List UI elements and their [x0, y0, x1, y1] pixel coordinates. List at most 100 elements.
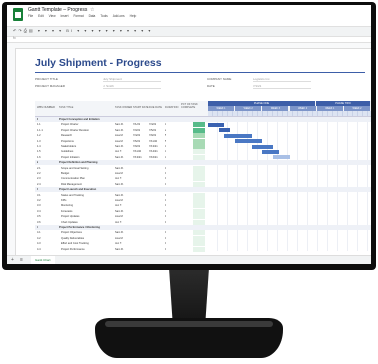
pct-complete-cell[interactable] — [193, 171, 205, 176]
table-row[interactable]: 4.2 Quality Deliverables Lisa M. 0 — [35, 235, 371, 241]
cell-dur[interactable]: 0 — [165, 204, 166, 207]
cell-start[interactable]: 7/1/21 — [133, 123, 140, 126]
table-row[interactable]: 1.1 Project Charter Sam R. 7/1/21 7/4/21 3 — [35, 122, 371, 128]
cell-title[interactable]: Project Conception and Initiation — [59, 118, 113, 121]
pct-complete-cell[interactable] — [193, 219, 205, 225]
cell-owner[interactable]: Lisa M. — [115, 199, 123, 202]
star-icon[interactable]: ☆ — [90, 7, 94, 13]
column-header-3[interactable]: START DATE — [133, 106, 149, 109]
cell-owner[interactable]: Sam R. — [115, 210, 124, 213]
table-row[interactable]: 1.5 Guidelines Jen T. 7/11/21 7/14/21 3 — [35, 149, 371, 155]
table-row[interactable]: 1.6 Project Initiation Sam R. 7/13/21 7/16/2… — [35, 154, 371, 160]
cell-dur[interactable]: 0 — [165, 242, 166, 245]
formula-bar[interactable]: fx — [7, 36, 371, 43]
cell-title[interactable]: Guidelines — [61, 150, 115, 153]
tab-gantt-chart[interactable]: Gantt Chart — [31, 256, 55, 264]
phase-row[interactable]: 3 Project Launch and Execution — [35, 187, 371, 193]
cell-wbs[interactable]: 2.3 — [37, 177, 41, 180]
cell-title[interactable]: Communication Plan — [61, 177, 115, 180]
cell-wbs[interactable]: 1.2 — [37, 134, 41, 137]
cell-owner[interactable]: Lisa M. — [115, 237, 123, 240]
cell-start[interactable]: 7/11/21 — [133, 150, 141, 153]
cell-dur[interactable]: 3 — [165, 156, 166, 159]
cell-owner[interactable]: Sam R. — [115, 123, 124, 126]
cell-owner[interactable]: Sam R. — [115, 145, 124, 148]
cell-title[interactable]: Projections — [61, 140, 115, 143]
cell-start[interactable]: 7/4/21 — [133, 134, 140, 137]
sheets-logo-icon[interactable] — [13, 8, 23, 21]
cell-wbs[interactable]: 2 — [37, 161, 38, 164]
cell-due[interactable]: 7/9/21 — [149, 134, 156, 137]
cell-due[interactable]: 7/14/21 — [149, 150, 158, 153]
cell-title[interactable]: Chart Updates — [61, 221, 115, 224]
table-row[interactable]: 1.4 Stakeholders Sam R. 7/9/21 7/13/21 4 — [35, 144, 371, 149]
add-sheet-icon[interactable]: + — [11, 257, 14, 263]
cell-dur[interactable]: 0 — [165, 210, 166, 213]
cell-dur[interactable]: 4 — [165, 145, 166, 148]
pct-complete-cell[interactable] — [193, 149, 205, 155]
cell-dur[interactable]: 5 — [165, 134, 166, 137]
cell-owner[interactable]: Lisa M. — [115, 172, 123, 175]
cell-title[interactable]: Stakeholders — [61, 145, 115, 148]
cell-start[interactable]: 7/6/21 — [133, 140, 140, 143]
pct-complete-cell[interactable] — [193, 133, 205, 139]
gantt-bar[interactable] — [262, 149, 279, 154]
cell-dur[interactable]: 2 — [165, 129, 166, 132]
table-row[interactable]: 4.1 Project Objectives Sam R. 0 — [35, 230, 371, 236]
menu-item-format[interactable]: Format — [73, 14, 83, 18]
cell-owner[interactable]: Sam R. — [115, 129, 124, 132]
date-value[interactable]: 7/1/21 — [253, 84, 311, 89]
column-header-2[interactable]: TASK OWNER — [115, 106, 132, 109]
table-row[interactable]: 3.2 KPIs Lisa M. 0 — [35, 198, 371, 203]
cell-dur[interactable]: 0 — [165, 167, 166, 170]
pct-complete-cell[interactable] — [193, 192, 205, 198]
column-header-0[interactable]: WBS NUMBER — [37, 106, 55, 109]
cell-title[interactable]: Project Updates — [61, 215, 115, 218]
cell-owner[interactable]: Jen T. — [115, 150, 122, 153]
pct-complete-cell[interactable] — [193, 127, 205, 133]
cell-due[interactable]: 7/4/21 — [149, 123, 156, 126]
pct-complete-cell[interactable] — [193, 198, 205, 203]
company-value[interactable]: Logistics Inc. — [253, 77, 311, 82]
cell-wbs[interactable]: 1.1.1 — [37, 129, 43, 132]
cell-due[interactable]: 7/16/21 — [149, 156, 158, 159]
menu-item-addons[interactable]: Add-ons — [113, 14, 125, 18]
table-row[interactable]: 1.3 Projections Lisa M. 7/6/21 7/11/21 5 — [35, 138, 371, 144]
cell-wbs[interactable]: 4.1 — [37, 231, 41, 234]
cell-wbs[interactable]: 3.6 — [37, 221, 41, 224]
cell-dur[interactable]: 0 — [165, 177, 166, 180]
sheet-list-icon[interactable]: ≡ — [20, 257, 23, 263]
cell-wbs[interactable]: 3.3 — [37, 204, 41, 207]
table-row[interactable]: 2.1 Scope and Goal Setting Sam R. 0 — [35, 165, 371, 171]
cell-wbs[interactable]: 1.4 — [37, 145, 41, 148]
cell-wbs[interactable]: 3.5 — [37, 215, 41, 218]
cell-due[interactable]: 7/13/21 — [149, 145, 158, 148]
phase-row[interactable]: 1 Project Conception and Initiation — [35, 117, 371, 122]
cell-title[interactable]: Forecasts — [61, 210, 115, 213]
table-row[interactable]: 4.3 Effort and Cost Tracking Jen T. 0 — [35, 241, 371, 247]
row-headers[interactable] — [7, 48, 16, 256]
cell-start[interactable]: 7/3/21 — [133, 129, 140, 132]
menu-item-view[interactable]: View — [49, 14, 56, 18]
cell-title[interactable]: KPIs — [61, 199, 115, 202]
menu-item-data[interactable]: Data — [89, 14, 96, 18]
table-row[interactable]: 2.2 Budget Lisa M. 0 — [35, 171, 371, 176]
cell-wbs[interactable]: 4 — [37, 226, 38, 229]
cell-wbs[interactable]: 3 — [37, 188, 38, 191]
table-row[interactable]: 3.6 Chart Updates Jen T. 0 — [35, 219, 371, 225]
cell-title[interactable]: Status and Tracking — [61, 194, 115, 197]
cell-wbs[interactable]: 2.4 — [37, 183, 41, 186]
cell-dur[interactable]: 5 — [165, 140, 166, 143]
menu-item-help[interactable]: Help — [130, 14, 137, 18]
menu-item-edit[interactable]: Edit — [38, 14, 44, 18]
table-row[interactable]: 2.4 Risk Management Sam R. 0 — [35, 181, 371, 187]
pct-complete-cell[interactable] — [193, 165, 205, 171]
cell-owner[interactable]: Sam R. — [115, 248, 124, 251]
column-header-5[interactable]: DURATION — [165, 106, 178, 109]
cell-title[interactable]: Budget — [61, 172, 115, 175]
cell-due[interactable]: 7/11/21 — [149, 140, 157, 143]
cell-start[interactable]: 7/9/21 — [133, 145, 140, 148]
cell-title[interactable]: Project Objectives — [61, 231, 115, 234]
cell-dur[interactable]: 0 — [165, 231, 166, 234]
cell-title[interactable]: Effort and Cost Tracking — [61, 242, 115, 245]
